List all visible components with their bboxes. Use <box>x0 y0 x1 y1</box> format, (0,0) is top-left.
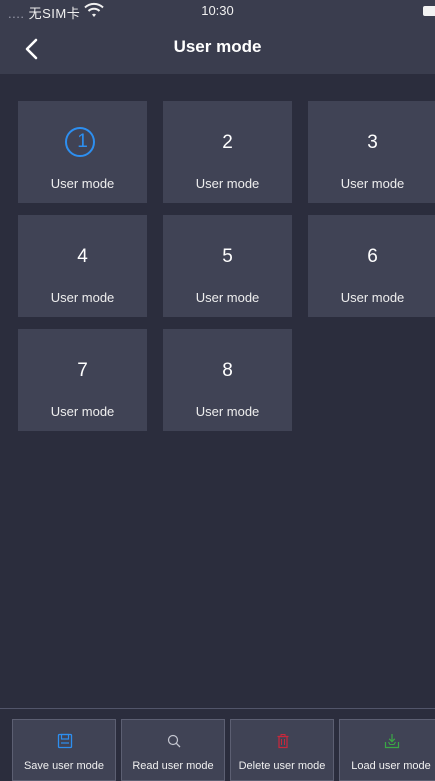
mode-number: 4 <box>77 246 88 267</box>
page-title: User mode <box>173 37 262 56</box>
mode-label: User mode <box>340 176 405 191</box>
mode-number: 8 <box>222 360 233 381</box>
clock-time: 10:30 <box>201 3 234 18</box>
mode-tile-7[interactable]: 7 User mode <box>18 329 147 431</box>
mode-label: User mode <box>195 404 260 419</box>
mode-label: User mode <box>50 290 115 305</box>
mode-tile-1[interactable]: 1 User mode <box>18 101 147 203</box>
status-bar: .... 无SIM卡 10:30 <box>0 0 435 22</box>
read-user-mode-button[interactable]: Read user mode <box>121 719 225 781</box>
mode-label: User mode <box>50 176 115 191</box>
mode-tile-2[interactable]: 2 User mode <box>163 101 292 203</box>
floppy-disk-icon <box>57 733 73 749</box>
mode-tile-4[interactable]: 4 User mode <box>18 215 147 317</box>
tray-download-icon <box>384 734 400 749</box>
save-user-mode-button[interactable]: Save user mode <box>12 719 116 781</box>
mode-tile-5[interactable]: 5 User mode <box>163 215 292 317</box>
save-user-mode-label: Save user mode <box>23 760 105 772</box>
read-user-mode-label: Read user mode <box>132 760 214 772</box>
back-chevron-icon[interactable] <box>22 38 42 60</box>
magnifier-icon <box>167 734 181 748</box>
battery-icon <box>423 6 435 16</box>
mode-number: 1 <box>77 131 88 152</box>
mode-tile-6[interactable]: 6 User mode <box>308 215 435 317</box>
load-user-mode-button[interactable]: Load user mode <box>339 719 435 781</box>
nav-bar: User mode <box>0 22 435 74</box>
bottom-toolbar: Save user mode Read user mode Delete use… <box>0 708 435 781</box>
delete-user-mode-label: Delete user mode <box>238 760 326 772</box>
mode-number: 2 <box>222 132 233 153</box>
mode-number: 6 <box>367 246 378 267</box>
trash-icon <box>277 734 289 749</box>
mode-label: User mode <box>340 290 405 305</box>
delete-user-mode-button[interactable]: Delete user mode <box>230 719 334 781</box>
mode-label: User mode <box>50 404 115 419</box>
mode-label: User mode <box>195 290 260 305</box>
mode-label: User mode <box>195 176 260 191</box>
mode-number: 3 <box>367 132 378 153</box>
mode-tile-3[interactable]: 3 User mode <box>308 101 435 203</box>
mode-number: 7 <box>77 360 88 381</box>
mode-tile-8[interactable]: 8 User mode <box>163 329 292 431</box>
mode-number: 5 <box>222 246 233 267</box>
load-user-mode-label: Load user mode <box>351 760 431 772</box>
